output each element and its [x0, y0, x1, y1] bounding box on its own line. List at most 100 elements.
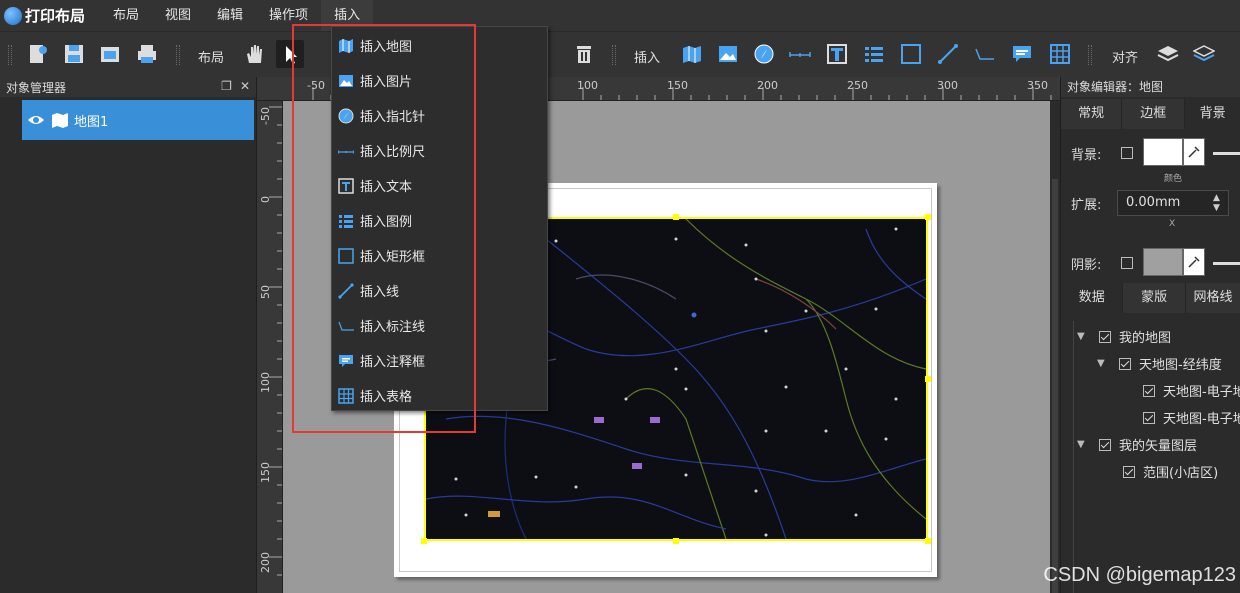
- spin-buttons-icon[interactable]: ▲ ▼: [1213, 193, 1220, 213]
- layer-row[interactable]: ▼ 天地图-经纬度: [1097, 350, 1222, 377]
- menu-item-insert-line[interactable]: 插入线: [332, 273, 547, 308]
- export-button[interactable]: [96, 40, 124, 68]
- tab-mask[interactable]: 蒙版: [1123, 283, 1186, 313]
- menu-item-label: 插入注释框: [360, 355, 426, 370]
- layer-row[interactable]: 范围(小店区): [1123, 458, 1218, 485]
- menu-operations[interactable]: 操作项: [256, 0, 321, 31]
- chevron-down-icon[interactable]: ▼: [1097, 358, 1109, 369]
- close-panel-icon[interactable]: ✕: [240, 79, 250, 93]
- layout-label: 布局: [198, 51, 225, 66]
- layer-row[interactable]: ▼ 我的矢量图层: [1077, 431, 1197, 458]
- insert-scale-tool[interactable]: [786, 40, 814, 68]
- shadow-slider[interactable]: [1213, 262, 1240, 265]
- insert-text-tool[interactable]: [823, 40, 851, 68]
- insert-compass-tool[interactable]: [750, 40, 778, 68]
- ruler-tick-label: 300: [937, 79, 958, 92]
- tab-gridlines[interactable]: 网格线: [1186, 283, 1240, 313]
- save-button[interactable]: [60, 40, 88, 68]
- insert-rectangle-tool[interactable]: [897, 40, 925, 68]
- layer-label: 天地图-电子地图: [1163, 385, 1240, 400]
- menu-item-insert-legend[interactable]: 插入图例: [332, 203, 547, 238]
- shadow-checkbox[interactable]: [1121, 257, 1133, 269]
- layer-row[interactable]: ▼ 我的地图: [1077, 323, 1171, 350]
- layer-row[interactable]: 天地图-电子地图注记: [1143, 404, 1240, 431]
- eye-icon[interactable]: [27, 113, 45, 127]
- save-icon: [65, 45, 83, 63]
- menu-item-insert-table[interactable]: 插入表格: [332, 378, 547, 413]
- resize-handle[interactable]: [925, 214, 931, 220]
- toolbar-grip: [612, 45, 616, 65]
- menu-item-insert-scale-bar[interactable]: 插入比例尺: [332, 133, 547, 168]
- opacity-slider[interactable]: [1213, 152, 1240, 155]
- menu-item-insert-rectangle[interactable]: 插入矩形框: [332, 238, 547, 273]
- menu-item-insert-callout-line[interactable]: 插入标注线: [332, 308, 547, 343]
- menu-item-label: 插入图例: [360, 215, 413, 230]
- layer-checkbox[interactable]: [1143, 411, 1155, 424]
- insert-callout-line-tool[interactable]: [970, 40, 998, 68]
- send-backward-button[interactable]: [1190, 40, 1218, 68]
- insert-table-tool[interactable]: [1046, 40, 1074, 68]
- select-tool-button[interactable]: [276, 40, 304, 68]
- ruler-tick-label: 250: [847, 79, 868, 92]
- app-logo-icon: [4, 6, 22, 25]
- tab-background[interactable]: 背景: [1185, 99, 1240, 129]
- layer-checkbox[interactable]: [1119, 357, 1131, 370]
- resize-handle[interactable]: [673, 214, 679, 220]
- resize-handle[interactable]: [925, 376, 931, 382]
- tab-data[interactable]: 数据: [1061, 283, 1124, 313]
- scrollbar-thumb[interactable]: [1052, 179, 1058, 593]
- layer-checkbox[interactable]: [1123, 465, 1135, 478]
- line-icon: [337, 282, 355, 300]
- map-icon: [337, 37, 355, 55]
- menu-layout[interactable]: 布局: [100, 0, 152, 31]
- shadow-label: 阴影:: [1071, 258, 1102, 273]
- ruler-tick-label: -50: [307, 79, 325, 92]
- chevron-down-icon[interactable]: ▼: [1077, 439, 1089, 450]
- image-icon: [719, 46, 737, 62]
- bring-forward-button[interactable]: [1154, 40, 1182, 68]
- tab-border[interactable]: 边框: [1122, 99, 1186, 129]
- pan-tool-button[interactable]: [240, 40, 268, 68]
- eyedropper-button[interactable]: [1183, 138, 1205, 166]
- layer-label: 天地图-电子地图注记: [1163, 412, 1240, 427]
- object-item-map1[interactable]: 地图1: [22, 100, 254, 140]
- canvas-vertical-scrollbar[interactable]: [1050, 101, 1060, 593]
- menu-item-insert-text[interactable]: 插入文本: [332, 168, 547, 203]
- background-color-swatch[interactable]: [1143, 138, 1183, 166]
- layer-checkbox[interactable]: [1099, 330, 1111, 343]
- insert-comment-tool[interactable]: [1008, 40, 1036, 68]
- menu-item-label: 插入文本: [360, 180, 413, 195]
- menu-view[interactable]: 视图: [152, 0, 204, 31]
- comment-icon: [1013, 46, 1031, 62]
- insert-image-tool[interactable]: [714, 40, 742, 68]
- chevron-down-icon[interactable]: ▼: [1077, 331, 1089, 342]
- layout-settings-button[interactable]: [24, 40, 52, 68]
- layer-checkbox[interactable]: [1143, 384, 1155, 397]
- insert-map-tool[interactable]: [678, 40, 706, 68]
- toolbar: 布局 插入 对齐: [0, 31, 1240, 77]
- menu-item-insert-comment[interactable]: 插入注释框: [332, 343, 547, 378]
- ruler-tick-label: 350: [1027, 79, 1048, 92]
- resize-handle[interactable]: [421, 538, 427, 544]
- layer-row[interactable]: 天地图-电子地图: [1143, 377, 1240, 404]
- printer-icon: [138, 45, 156, 63]
- background-checkbox[interactable]: [1121, 147, 1133, 159]
- insert-legend-tool[interactable]: [860, 40, 888, 68]
- menu-item-label: 插入指北针: [360, 110, 426, 125]
- print-layout-window: 打印布局 布局 视图 编辑 操作项 插入 布局 插入 对齐 对象管理器 ❐ ✕ …: [0, 0, 1240, 593]
- resize-handle[interactable]: [673, 538, 679, 544]
- delete-button[interactable]: [570, 40, 598, 68]
- insert-line-tool[interactable]: [934, 40, 962, 68]
- ruler-tick-label: 200: [259, 552, 272, 573]
- restore-panel-icon[interactable]: ❐: [221, 79, 232, 93]
- layer-checkbox[interactable]: [1099, 438, 1111, 451]
- print-button[interactable]: [133, 40, 161, 68]
- menu-edit[interactable]: 编辑: [204, 0, 256, 31]
- menu-item-insert-image[interactable]: 插入图片: [332, 63, 547, 98]
- resize-handle[interactable]: [925, 538, 931, 544]
- shadow-color-swatch[interactable]: [1143, 248, 1183, 276]
- menu-item-insert-map[interactable]: 插入地图: [332, 28, 547, 63]
- tab-general[interactable]: 常规: [1061, 99, 1123, 129]
- eyedropper-button[interactable]: [1183, 248, 1205, 276]
- menu-item-insert-compass[interactable]: 插入指北针: [332, 98, 547, 133]
